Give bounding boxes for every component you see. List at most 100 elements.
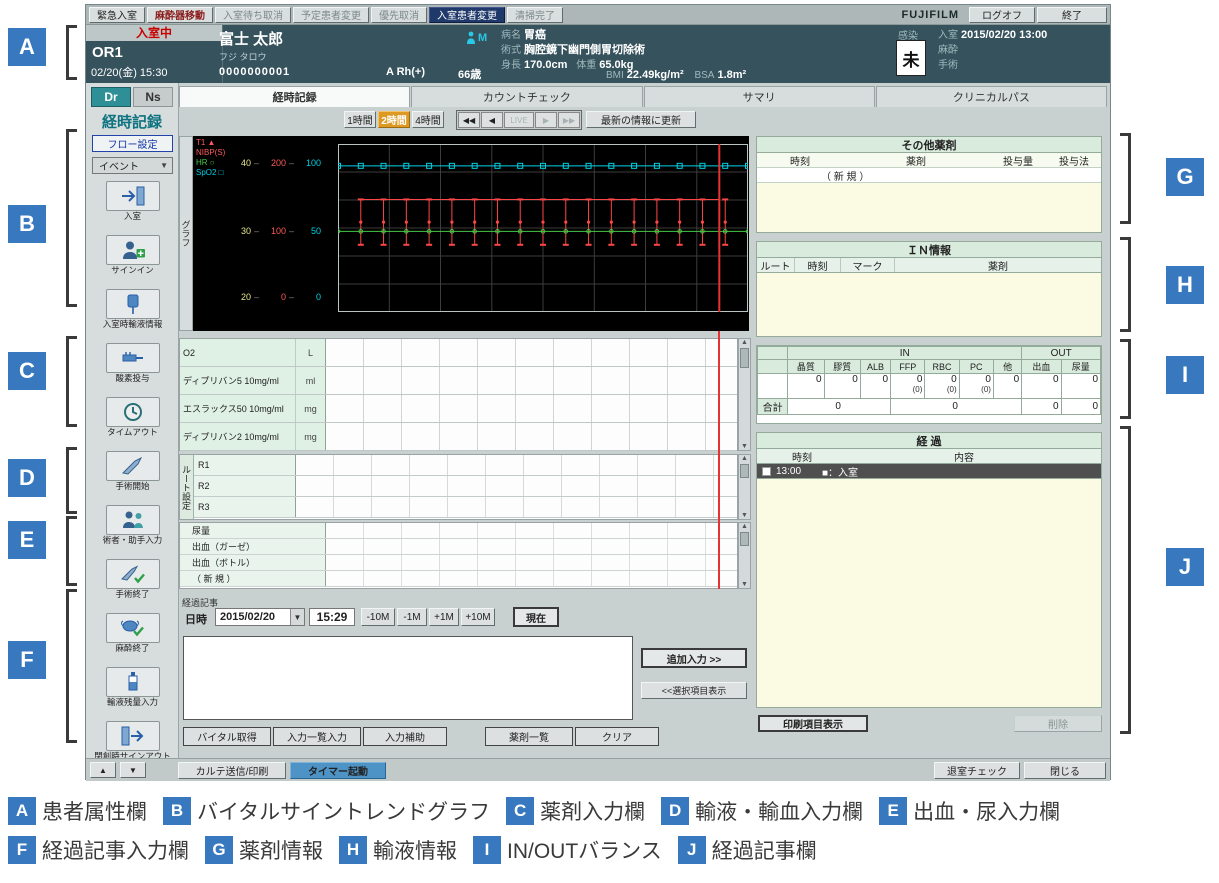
live-button[interactable]: LIVE [504,112,534,128]
priority-cancel-button[interactable]: 優先取消 [371,7,427,23]
drug-row[interactable]: ディプリバン2 10mg/mlmg [180,423,737,451]
route-row[interactable]: R2 [194,476,737,497]
rewind-button[interactable]: ◀ [481,112,503,128]
output-row[interactable]: 出血（ボトル） [180,555,737,571]
scroll-up-icon[interactable]: ▲ [741,339,748,346]
drug-row-grid[interactable] [326,423,737,450]
sidebar-item-timeout[interactable]: タイムアウト [86,397,179,449]
scroll-down-icon[interactable]: ▼ [741,443,748,450]
minus-10min-button[interactable]: -10M [361,608,395,626]
input-assist-button[interactable]: 入力補助 [363,727,447,746]
clear-button[interactable]: クリア [575,727,659,746]
scroll-up-icon[interactable]: ▲ [741,523,748,530]
sidebar-scroll-down-button[interactable]: ▼ [120,762,146,778]
range-1h-button[interactable]: 1時間 [344,111,376,128]
input-list-button[interactable]: 入力一覧入力 [273,727,361,746]
output-scrollbar[interactable]: ▲▼ [738,522,751,589]
sidebar-item-entry[interactable]: 入室 [86,181,179,233]
note-textarea[interactable] [183,636,633,720]
delete-button[interactable]: 削除 [1014,715,1102,732]
tab-clinical-path[interactable]: クリニカルパス [876,86,1107,107]
exit-button[interactable]: 終了 [1037,7,1107,23]
drug-row[interactable]: エスラックス50 10mg/mlmg [180,395,737,423]
sidebar-item-sign-in[interactable]: サインイン [86,235,179,287]
change-entered-patient-button[interactable]: 入室患者変更 [429,7,505,23]
drug-row-grid[interactable] [326,339,737,366]
refresh-button[interactable]: 最新の情報に更新 [586,111,696,128]
date-select[interactable]: 2015/02/20▼ [215,608,305,626]
event-dropdown[interactable]: イベント▼ [92,157,173,174]
drug-row[interactable]: O2L [180,339,737,367]
forward-button[interactable]: ▶ [535,112,557,128]
range-4h-button[interactable]: 4時間 [412,111,444,128]
output-row-grid[interactable] [326,555,737,570]
route-scrollbar[interactable]: ▲▼ [738,454,751,520]
sidebar-item-anesthesia-end[interactable]: 麻酔終了 [86,613,179,665]
plus-10min-button[interactable]: +10M [461,608,495,626]
route-row-grid[interactable] [296,476,737,496]
drug-row-grid[interactable] [326,367,737,394]
change-scheduled-patient-button[interactable]: 予定患者変更 [293,7,369,23]
show-selected-items-button[interactable]: <<選択項目表示 [641,682,747,699]
scroll-thumb[interactable] [740,532,749,546]
sidebar-item-oxygen[interactable]: 酸素投与 [86,343,179,395]
plus-1min-button[interactable]: +1M [429,608,459,626]
output-row[interactable]: 出血（ガーゼ） [180,539,737,555]
send-chart-print-button[interactable]: カルテ送信/印刷 [178,762,286,779]
scroll-up-icon[interactable]: ▲ [741,455,748,462]
blood-type: A Rh(+) [386,66,425,78]
cleaning-done-button[interactable]: 清掃完了 [507,7,563,23]
dr-toggle-button[interactable]: Dr [91,87,131,107]
range-2h-button[interactable]: 2時間 [378,111,410,128]
sidebar-item-staff-input[interactable]: 術者・助手入力 [86,505,179,557]
route-row[interactable]: R1 [194,455,737,476]
get-vitals-button[interactable]: バイタル取得 [183,727,271,746]
forward-fast-button[interactable]: ▶▶ [558,112,580,128]
output-row-grid[interactable] [326,539,737,554]
exit-check-button[interactable]: 退室チェック [934,762,1020,779]
now-button[interactable]: 現在 [513,607,559,627]
sidebar-item-surgery-start[interactable]: 手術開始 [86,451,179,503]
scroll-down-icon[interactable]: ▼ [741,512,748,519]
tab-chronological-record[interactable]: 経時記録 [179,86,410,107]
route-row[interactable]: R3 [194,497,737,518]
logoff-button[interactable]: ログオフ [969,7,1035,23]
sidebar-item-entry-infusion[interactable]: 入室時輸液情報 [86,289,179,341]
ns-toggle-button[interactable]: Ns [133,87,173,107]
time-input[interactable]: 15:29 [309,608,355,626]
route-row-grid[interactable] [296,497,737,517]
timer-start-button[interactable]: タイマー起動 [290,762,386,779]
scroll-thumb[interactable] [740,348,749,368]
minus-1min-button[interactable]: -1M [397,608,427,626]
drug-list-button[interactable]: 薬剤一覧 [485,727,573,746]
other-drugs-new-row[interactable]: （ 新 規 ） [757,168,1101,183]
chevron-down-icon[interactable]: ▼ [290,609,304,625]
flow-setting-button[interactable]: フロー設定 [92,135,173,152]
person-plus-icon [120,239,146,261]
progress-row-selected[interactable]: 13:00 ■：入室 [757,464,1101,479]
vital-trend-graph[interactable]: T1 ▲ NIBP(S) HR ○ SpO2 □ 40– 200– 100 30… [193,136,749,331]
drug-row[interactable]: ディプリバン5 10mg/mlml [180,367,737,395]
sidebar-item-surgery-end[interactable]: 手術終了 [86,559,179,611]
drug-row-grid[interactable] [326,395,737,422]
anesthesia-machine-move-button[interactable]: 麻酔器移動 [147,7,213,23]
progress-row-checkbox[interactable] [762,467,771,476]
output-row[interactable]: （ 新 規 ） [180,571,737,587]
emergency-entry-button[interactable]: 緊急入室 [89,7,145,23]
close-button[interactable]: 閉じる [1024,762,1106,779]
route-row-grid[interactable] [296,455,737,475]
output-row-grid[interactable] [326,571,737,586]
tab-summary[interactable]: サマリ [644,86,875,107]
output-row[interactable]: 尿量 [180,523,737,539]
add-entry-button[interactable]: 追加入力 >> [641,648,747,668]
sidebar-scroll-up-button[interactable]: ▲ [90,762,116,778]
scroll-down-icon[interactable]: ▼ [741,581,748,588]
scroll-thumb[interactable] [740,464,749,478]
output-row-grid[interactable] [326,523,737,538]
sidebar-item-infusion-remaining[interactable]: 輸液残量入力 [86,667,179,719]
rewind-fast-button[interactable]: ◀◀ [458,112,480,128]
print-items-button[interactable]: 印刷項目表示 [758,715,868,732]
cancel-waiting-button[interactable]: 入室待ち取消 [215,7,291,23]
tab-count-check[interactable]: カウントチェック [411,86,642,107]
drug-scrollbar[interactable]: ▲▼ [738,338,751,451]
